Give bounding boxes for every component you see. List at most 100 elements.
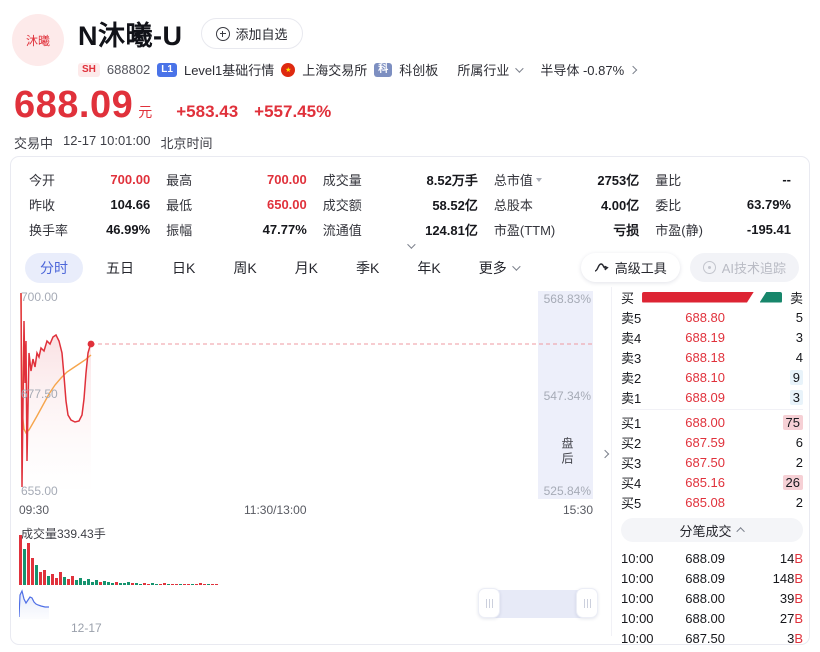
stats-row: 今开700.00最高700.00成交量8.52万手总市值2753亿量比--: [29, 167, 791, 192]
stat-label: 最低: [166, 195, 192, 214]
pct-axis-label: 547.34%: [544, 389, 591, 403]
chevron-down-icon: [512, 262, 520, 270]
order-row[interactable]: 买3687.502: [621, 452, 803, 472]
price-unit: 元: [138, 102, 152, 122]
navigator-right-handle[interactable]: [576, 588, 598, 618]
trade-volume: 3B: [755, 631, 803, 646]
volume-bar: [43, 570, 46, 585]
stock-detail-page: 沐曦 N沐曦-U 添加自选 SH 688802 L1 Level1基础行情 ★ …: [0, 0, 820, 652]
volume-bar: [71, 576, 74, 585]
stat-value: 58.52亿: [432, 195, 478, 214]
stat-value: 104.66: [110, 197, 150, 212]
exchange-label: 上海交易所: [302, 60, 367, 79]
industry-label: 所属行业: [457, 60, 509, 79]
order-volume-value: 3: [790, 390, 803, 405]
stat-cell: 今开700.00: [29, 170, 150, 189]
order-row[interactable]: 卖4688.193: [621, 327, 803, 347]
dropdown-triangle-icon[interactable]: [536, 178, 542, 182]
volume-bar: [103, 581, 106, 585]
buy-sell-ratio: 买 卖: [621, 287, 803, 307]
chart-navigator: 12-17: [19, 587, 611, 639]
trade-row: 10:00688.0027B: [621, 608, 803, 628]
stat-value: 47.77%: [263, 222, 307, 237]
y-axis-label: 677.50: [21, 387, 58, 401]
advanced-tools-button[interactable]: 高级工具: [581, 253, 680, 282]
order-row[interactable]: 卖5688.805: [621, 307, 803, 327]
advanced-tools-icon: [594, 261, 609, 274]
order-row[interactable]: 买2687.596: [621, 432, 803, 452]
stats-row: 昨收104.66最低650.00成交额58.52亿总股本4.00亿委比63.79…: [29, 192, 791, 217]
tab-五日[interactable]: 五日: [91, 253, 149, 283]
order-volume: 2: [757, 455, 803, 470]
volume-bar: [51, 574, 54, 585]
volume-bar: [191, 584, 194, 585]
trade-row: 10:00687.503B: [621, 628, 803, 648]
navigator-sparkline: [19, 587, 89, 619]
tab-周K[interactable]: 周K: [218, 253, 271, 283]
navigator-range[interactable]: [490, 590, 588, 618]
industry-dropdown[interactable]: 所属行业: [457, 60, 521, 79]
stat-value: 46.99%: [106, 222, 150, 237]
order-row[interactable]: 卖2688.109: [621, 367, 803, 387]
stat-cell: 最高700.00: [166, 170, 307, 189]
order-row[interactable]: 卖1688.093: [621, 387, 803, 407]
order-level-label: 卖1: [621, 388, 655, 407]
stat-label: 总市值: [494, 170, 542, 189]
volume-bar: [207, 584, 210, 585]
order-volume-value: 26: [783, 475, 803, 490]
trading-datetime: 12-17 10:01:00: [63, 133, 150, 152]
stat-value: 2753亿: [597, 170, 639, 189]
order-row[interactable]: 买4685.1626: [621, 472, 803, 492]
industry-link[interactable]: 半导体 -0.87%: [540, 60, 636, 79]
order-row[interactable]: 买1688.0075: [621, 412, 803, 432]
trade-time: 10:00: [621, 631, 671, 646]
sell-label: 卖: [790, 288, 803, 307]
timezone-label: 北京时间: [160, 133, 212, 152]
pct-axis-label: 525.84%: [544, 484, 591, 498]
stat-label: 换手率: [29, 220, 68, 239]
order-row[interactable]: 卖3688.184: [621, 347, 803, 367]
order-row[interactable]: 买5685.082: [621, 492, 803, 512]
add-watchlist-button[interactable]: 添加自选: [201, 18, 303, 49]
volume-bar: [39, 572, 42, 585]
chevron-right-icon: [629, 65, 637, 73]
ai-tracking-button[interactable]: AI技术追踪: [690, 253, 799, 282]
volume-bar: [139, 584, 142, 585]
order-volume: 5: [757, 310, 803, 325]
tab-月K[interactable]: 月K: [280, 253, 333, 283]
tab-more-dropdown[interactable]: 更多: [464, 253, 533, 283]
tick-trades-toggle[interactable]: 分笔成交: [621, 518, 803, 542]
stat-cell: 总市值 2753亿: [494, 170, 639, 189]
order-level-label: 买1: [621, 413, 655, 432]
trade-time: 10:00: [621, 611, 671, 626]
current-price: 688.09: [14, 84, 133, 127]
order-price: 688.80: [655, 310, 757, 325]
volume-bar: [151, 583, 154, 585]
order-level-label: 买2: [621, 433, 655, 452]
trade-price: 687.50: [671, 631, 755, 646]
navigator-left-handle[interactable]: [478, 588, 500, 618]
tab-季K[interactable]: 季K: [341, 253, 394, 283]
stat-label: 成交额: [323, 195, 362, 214]
plus-circle-icon: [216, 27, 230, 41]
volume-bar: [211, 584, 214, 585]
chevron-down-icon: [515, 64, 523, 72]
volume-bar: [135, 583, 138, 585]
tab-分时[interactable]: 分时: [25, 253, 83, 283]
tab-日K[interactable]: 日K: [157, 253, 210, 283]
pct-axis-label: 568.83%: [544, 292, 591, 306]
stat-label: 量比: [655, 170, 681, 189]
stat-label: 振幅: [166, 220, 192, 239]
tab-年K[interactable]: 年K: [402, 253, 455, 283]
chevron-right-icon[interactable]: [601, 450, 609, 458]
chevron-up-icon: [736, 527, 744, 535]
order-level-label: 买5: [621, 493, 655, 512]
chevron-down-icon: [407, 240, 415, 248]
volume-bar: [187, 584, 190, 585]
intraday-chart[interactable]: 700.00 677.50 655.00 568.83% 547.34% 525…: [19, 289, 611, 521]
trade-time: 10:00: [621, 551, 671, 566]
volume-bar: [171, 584, 174, 585]
stat-value: 亏损: [613, 220, 639, 239]
volume-bar: [199, 583, 202, 585]
x-axis-label: 11:30/13:00: [244, 503, 307, 517]
